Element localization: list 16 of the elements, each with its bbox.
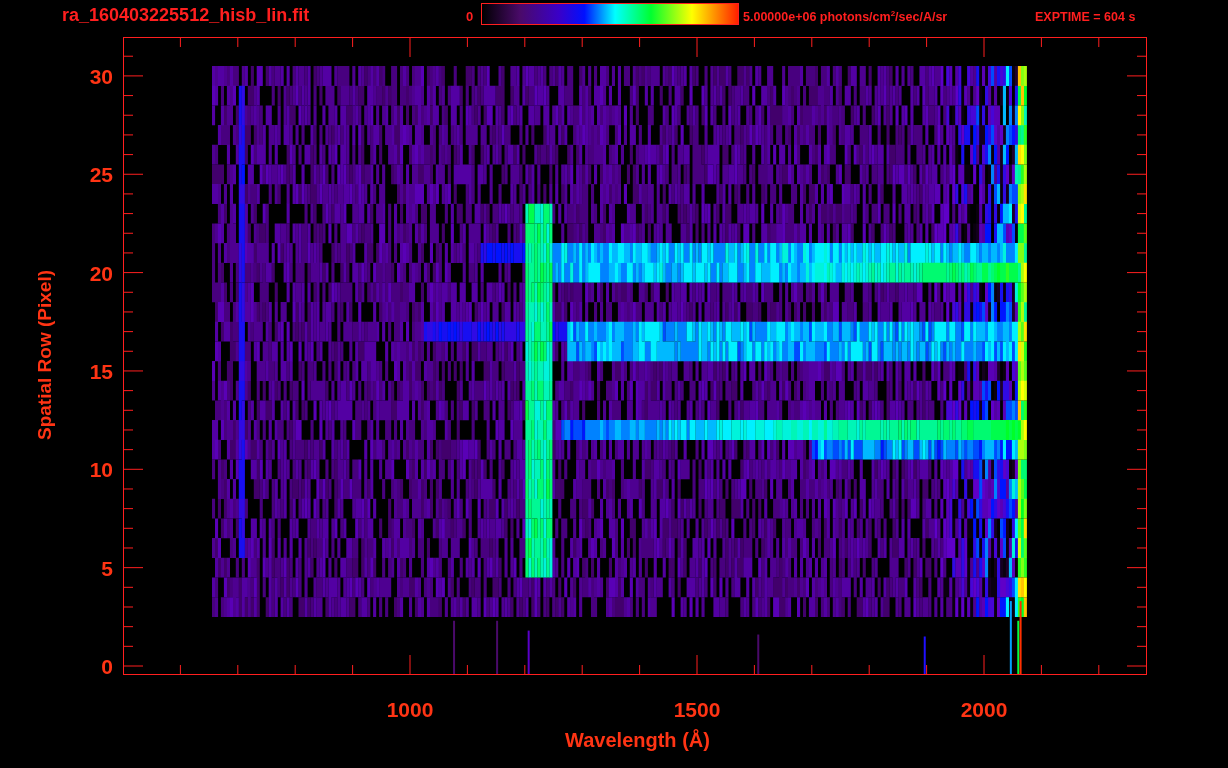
y-tick-label: 20 <box>89 262 113 284</box>
x-tick-label: 1000 <box>386 699 434 720</box>
y-tick-label: 5 <box>101 557 113 579</box>
y-axis-label: Spatial Row (Pixel) <box>34 270 56 440</box>
x-axis-label: Wavelength (Å) <box>565 729 710 752</box>
y-tick-label: 0 <box>101 655 113 677</box>
x-tick-label: 1500 <box>673 699 721 720</box>
y-tick-label: 30 <box>89 65 113 87</box>
y-tick-label: 10 <box>89 458 113 480</box>
colorbar-min-label: 0 <box>466 9 475 24</box>
y-tick-label: 25 <box>89 163 113 185</box>
y-tick-label: 15 <box>89 360 113 382</box>
colorbar-max-label: 5.00000e+06 photons/cm$^{2}$/sec/A/sr <box>743 8 949 25</box>
file-title: ra_160403225512_hisb_lin.fit <box>62 5 311 26</box>
x-tick-label: 2000 <box>960 699 1008 720</box>
exposure-time: EXPTIME = 604 s <box>1035 9 1136 24</box>
